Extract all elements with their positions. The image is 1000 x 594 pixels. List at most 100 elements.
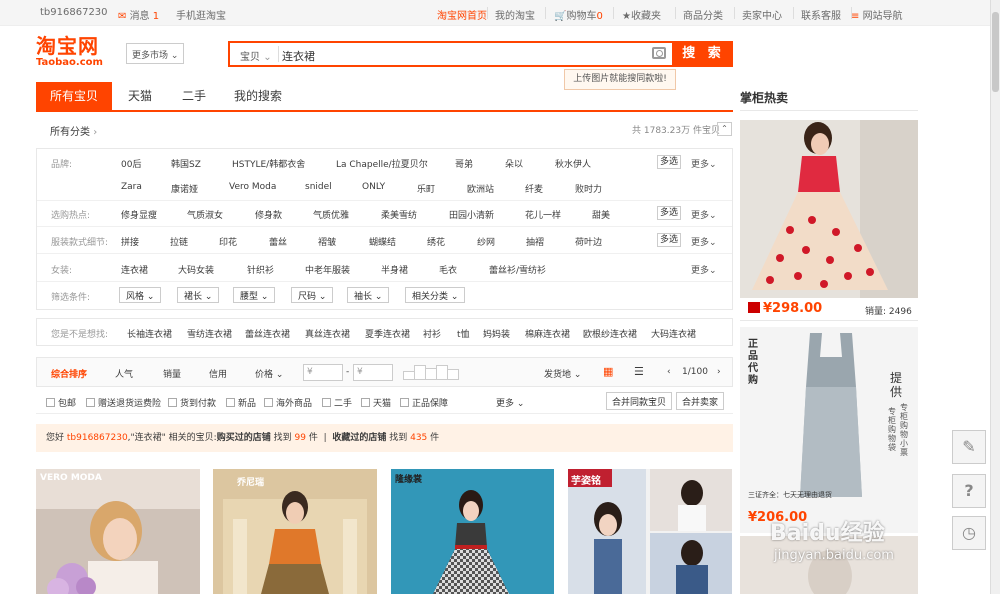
related-link[interactable]: 欧根纱连衣裙 (583, 327, 637, 340)
price-distribution-icon[interactable] (403, 365, 461, 380)
checkbox-secondhand[interactable]: 二手 (322, 396, 352, 409)
feedback-button[interactable]: ✎ (952, 430, 986, 464)
related-link[interactable]: 衬衫 (423, 327, 441, 340)
tab-tmall[interactable]: 天猫 (116, 82, 164, 110)
price-from-input[interactable]: ¥ (303, 364, 343, 381)
checkbox-return-insurance[interactable]: 赠送退货运费险 (86, 396, 161, 409)
related-link[interactable]: 真丝连衣裙 (305, 327, 350, 340)
filter-option[interactable]: 败时力 (575, 182, 602, 195)
grid-view-icon[interactable]: ▦ (603, 365, 613, 378)
more-button[interactable]: 更多⌄ (691, 208, 717, 221)
filter-option[interactable]: 绣花 (427, 235, 445, 248)
filter-option[interactable]: ONLY (362, 182, 385, 192)
sort-default[interactable]: 综合排序 (51, 367, 87, 380)
merge-same-button[interactable]: 合并同款宝贝 (606, 392, 673, 410)
filter-option[interactable]: 印花 (219, 235, 237, 248)
product-card[interactable]: 乔尼瑞 (213, 469, 377, 594)
more-button[interactable]: 更多⌄ (691, 235, 717, 248)
sort-popularity[interactable]: 人气 (115, 367, 133, 380)
more-markets-dropdown[interactable]: 更多市场 ⌄ (126, 43, 184, 64)
filter-option[interactable]: 00后 (121, 157, 141, 170)
filter-option[interactable]: 康诺娅 (171, 182, 198, 195)
search-input[interactable]: 连衣裙 (282, 48, 315, 64)
filter-option[interactable]: 田园小清新 (449, 208, 494, 221)
tab-secondhand[interactable]: 二手 (170, 82, 218, 110)
product-card[interactable]: 芋姿铭 (568, 469, 732, 594)
favorites-link[interactable]: ★收藏夹 (622, 7, 661, 22)
checkbox-cod[interactable]: 货到付款 (168, 396, 216, 409)
hot-item-image[interactable] (740, 120, 918, 298)
help-button[interactable]: ? (952, 474, 986, 508)
mobile-taobao-link[interactable]: 手机逛淘宝 (176, 7, 226, 22)
seller-center-link[interactable]: 卖家中心 (742, 7, 782, 22)
taobao-home-link[interactable]: 淘宝网首页 (437, 7, 487, 22)
breadcrumb[interactable]: 所有分类 › (50, 123, 97, 138)
filter-option[interactable]: Zara (121, 182, 142, 192)
filter-option[interactable]: 修身款 (255, 208, 282, 221)
tab-my-search[interactable]: 我的搜索 (226, 82, 290, 110)
notice-username[interactable]: tb916867230 (67, 433, 128, 443)
related-category-dropdown[interactable]: 相关分类 ⌄ (405, 287, 466, 303)
related-link[interactable]: 夏季连衣裙 (365, 327, 410, 340)
filter-option[interactable]: 半身裙 (381, 263, 408, 276)
checkbox-tmall[interactable]: 天猫 (361, 396, 391, 409)
filter-option[interactable]: 甜美 (592, 208, 610, 221)
product-card[interactable]: 隆缘裳 (391, 469, 554, 594)
filter-option[interactable]: 大码女装 (178, 263, 214, 276)
checkbox-new[interactable]: 新品 (226, 396, 256, 409)
collapse-filters-button[interactable]: ⌃ (717, 122, 732, 136)
multi-select-button[interactable]: 多选 (657, 206, 681, 220)
filter-option[interactable]: 气质优雅 (313, 208, 349, 221)
related-link[interactable]: t恤 (457, 327, 470, 340)
filter-option[interactable]: 秋水伊人 (555, 157, 591, 170)
filter-option[interactable]: 气质淑女 (187, 208, 223, 221)
cart-link[interactable]: 🛒购物车0 (554, 7, 603, 22)
merge-seller-button[interactable]: 合并卖家 (676, 392, 725, 410)
sort-credit[interactable]: 信用 (209, 367, 227, 380)
filter-option[interactable]: 纱网 (477, 235, 495, 248)
filter-option[interactable]: 抽褶 (526, 235, 544, 248)
multi-select-button[interactable]: 多选 (657, 155, 681, 169)
categories-link[interactable]: 商品分类 (683, 7, 723, 22)
related-link[interactable]: 大码连衣裙 (651, 327, 696, 340)
filter-option[interactable]: 花儿一样 (525, 208, 561, 221)
filter-option[interactable]: La Chapelle/拉夏贝尔 (336, 157, 428, 170)
sort-sales[interactable]: 销量 (163, 367, 181, 380)
search-category-dropdown[interactable]: 宝贝 ⌄ (234, 46, 279, 63)
prev-page-icon[interactable]: ‹ (667, 367, 671, 377)
waist-dropdown[interactable]: 腰型 ⌄ (233, 287, 276, 303)
sort-price[interactable]: 价格 ⌄ (255, 367, 283, 380)
related-link[interactable]: 蕾丝连衣裙 (245, 327, 290, 340)
filter-option[interactable]: 乐町 (417, 182, 435, 195)
filter-option[interactable]: 蝴蝶结 (369, 235, 396, 248)
filter-option[interactable]: snidel (305, 182, 332, 192)
filter-option[interactable]: 柔美雪纺 (381, 208, 417, 221)
list-view-icon[interactable]: ☰ (634, 365, 644, 378)
filter-option[interactable]: 蕾丝 (269, 235, 287, 248)
next-page-icon[interactable]: › (717, 367, 721, 377)
checkbox-free-shipping[interactable]: 包邮 (46, 396, 76, 409)
filter-option[interactable]: 连衣裙 (121, 263, 148, 276)
filter-option[interactable]: 中老年服装 (305, 263, 350, 276)
more-button[interactable]: 更多⌄ (691, 157, 717, 170)
username-link[interactable]: tb916867230 (40, 7, 108, 18)
filter-option[interactable]: 拼接 (121, 235, 139, 248)
my-taobao-link[interactable]: 我的淘宝 (495, 7, 535, 22)
history-button[interactable]: ◷ (952, 516, 986, 550)
sleeve-dropdown[interactable]: 袖长 ⌄ (347, 287, 390, 303)
filter-option[interactable]: 朵以 (505, 157, 523, 170)
search-button[interactable]: 搜 索 (674, 41, 733, 67)
filter-option[interactable]: 纤麦 (525, 182, 543, 195)
filter-option[interactable]: 修身显瘦 (121, 208, 157, 221)
filter-option[interactable]: 拉链 (170, 235, 188, 248)
filter-option[interactable]: 欧洲站 (467, 182, 494, 195)
filter-option[interactable]: 荷叶边 (575, 235, 602, 248)
related-link[interactable]: 长袖连衣裙 (127, 327, 172, 340)
ship-from-dropdown[interactable]: 发货地 ⌄ (544, 367, 581, 380)
related-link[interactable]: 棉麻连衣裙 (525, 327, 570, 340)
camera-icon[interactable] (652, 47, 666, 59)
filter-option[interactable]: 毛衣 (439, 263, 457, 276)
price-to-input[interactable]: ¥ (353, 364, 393, 381)
checkbox-overseas[interactable]: 海外商品 (264, 396, 312, 409)
related-link[interactable]: 雪纺连衣裙 (187, 327, 232, 340)
